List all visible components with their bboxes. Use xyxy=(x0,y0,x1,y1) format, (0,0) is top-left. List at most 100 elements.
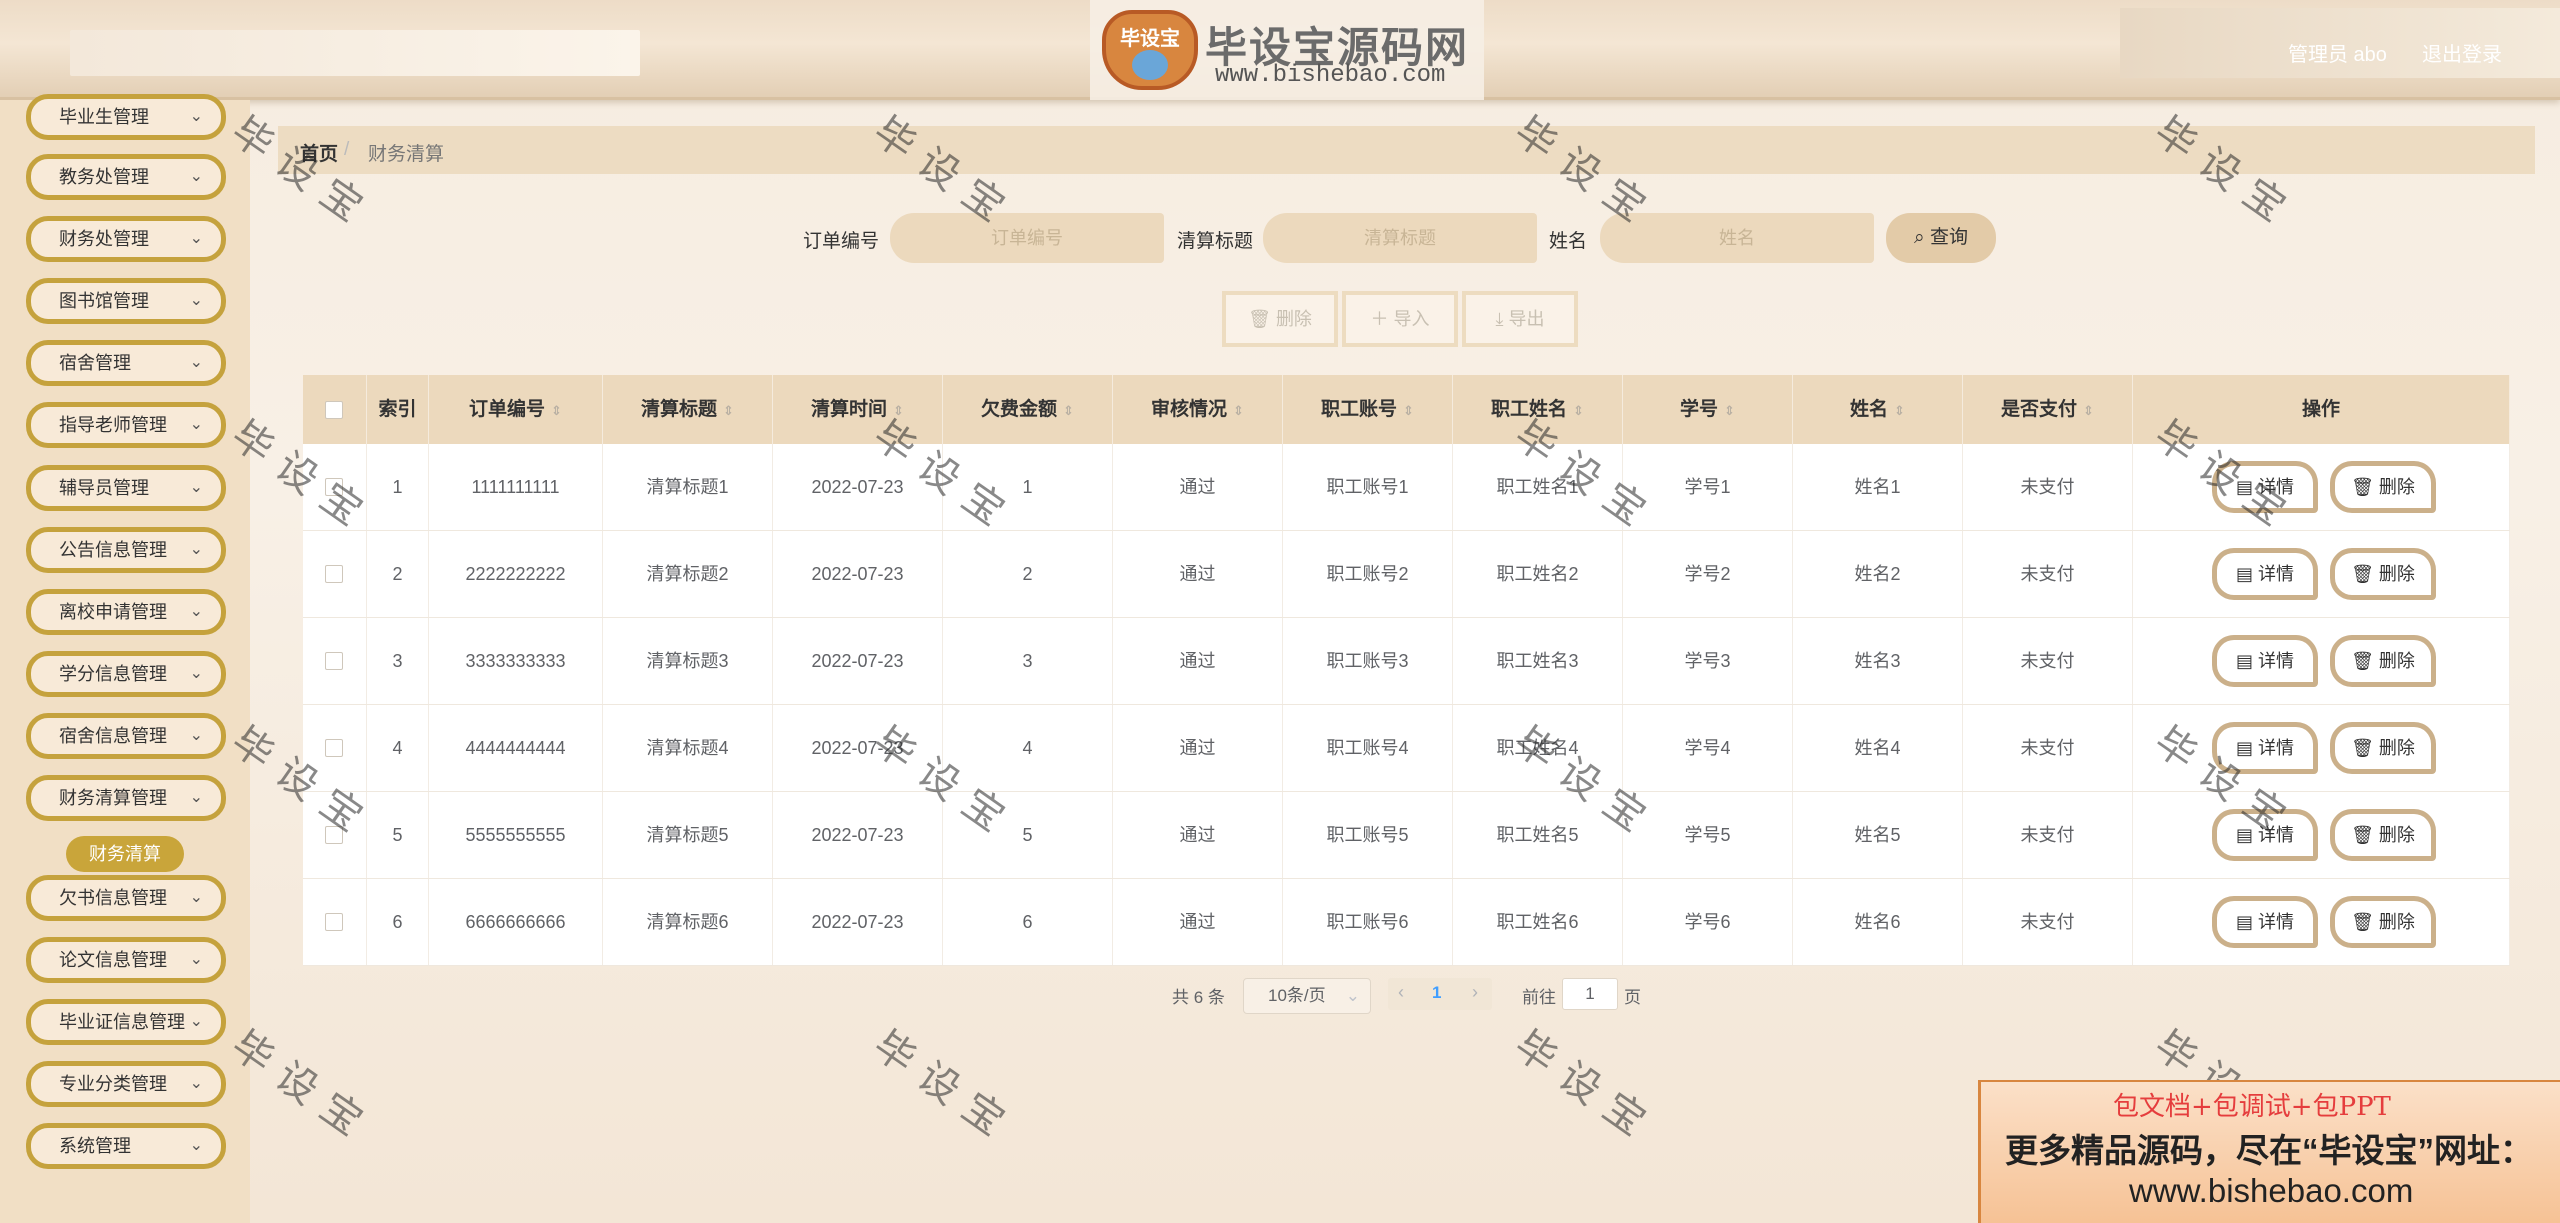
sidebar-item[interactable]: 专业分类管理 ⌄ xyxy=(26,1061,226,1107)
column-header: 索引 xyxy=(367,375,429,444)
row-delete-button[interactable]: 🗑 删除 xyxy=(2330,635,2436,687)
sort-icon[interactable]: ⇕ xyxy=(1063,403,1074,418)
sort-icon[interactable]: ⇕ xyxy=(1403,403,1414,418)
row-delete-button[interactable]: 🗑 删除 xyxy=(2330,809,2436,861)
table-cell: 6666666666 xyxy=(429,879,603,965)
sort-icon[interactable]: ⇕ xyxy=(1724,403,1735,418)
column-header[interactable]: 订单编号 ⇕ xyxy=(429,375,603,444)
sidebar-item-label: 毕业证信息管理 xyxy=(59,1012,185,1032)
sort-icon[interactable]: ⇕ xyxy=(1573,403,1584,418)
prev-page-icon[interactable]: ‹ xyxy=(1398,982,1404,1003)
column-header-label: 清算标题 xyxy=(641,399,718,420)
sidebar-item[interactable]: 财务清算管理 ⌄ xyxy=(26,775,226,821)
sidebar-item-label: 公告信息管理 xyxy=(59,540,167,560)
export-label: 导出 xyxy=(1508,309,1545,329)
chevron-down-icon: ⌄ xyxy=(189,665,203,682)
goto-page-input[interactable]: 1 xyxy=(1562,978,1618,1010)
sidebar-item[interactable]: 财务处管理 ⌄ xyxy=(26,216,226,262)
import-button[interactable]: ＋ 导入 xyxy=(1342,291,1458,347)
watermark-text: 毕设宝 xyxy=(864,1022,1024,1153)
export-button[interactable]: ⤓ 导出 xyxy=(1462,291,1578,347)
row-checkbox[interactable] xyxy=(325,739,343,757)
current-page[interactable]: 1 xyxy=(1432,983,1441,1003)
logout-link[interactable]: 退出登录 xyxy=(2422,38,2502,67)
table-cell: 姓名6 xyxy=(1793,879,1963,965)
sidebar-item[interactable]: 图书馆管理 ⌄ xyxy=(26,278,226,324)
page-size-select[interactable]: 10条/页 ⌄ xyxy=(1243,978,1371,1014)
column-header[interactable]: 审核情况 ⇕ xyxy=(1113,375,1283,444)
sort-icon[interactable]: ⇕ xyxy=(551,403,562,418)
column-header[interactable]: 清算标题 ⇕ xyxy=(603,375,773,444)
sort-icon[interactable]: ⇕ xyxy=(1233,403,1244,418)
sidebar-item[interactable]: 宿舍信息管理 ⌄ xyxy=(26,713,226,759)
sidebar-item[interactable]: 指导老师管理 ⌄ xyxy=(26,402,226,448)
sidebar-item[interactable]: 离校申请管理 ⌄ xyxy=(26,589,226,635)
logo-face-icon xyxy=(1132,50,1168,80)
sort-icon[interactable]: ⇕ xyxy=(723,403,734,418)
sidebar-item[interactable]: 公告信息管理 ⌄ xyxy=(26,527,226,573)
row-delete-button[interactable]: 🗑 删除 xyxy=(2330,722,2436,774)
sidebar-item[interactable]: 学分信息管理 ⌄ xyxy=(26,651,226,697)
table-cell: 1 xyxy=(367,444,429,530)
settle-title-input[interactable]: 清算标题 xyxy=(1263,213,1537,263)
row-actions-cell: ▤ 详情 🗑 删除 xyxy=(2133,879,2510,965)
table-cell: 未支付 xyxy=(1963,444,2133,530)
table-cell: 3333333333 xyxy=(429,618,603,704)
batch-delete-button[interactable]: 🗑 删除 xyxy=(1222,291,1338,347)
sidebar-item[interactable]: 辅导员管理 ⌄ xyxy=(26,465,226,511)
row-delete-button[interactable]: 🗑 删除 xyxy=(2330,461,2436,513)
sidebar-item[interactable]: 教务处管理 ⌄ xyxy=(26,154,226,200)
name-label: 姓名 xyxy=(1549,231,1588,252)
chevron-down-icon: ⌄ xyxy=(189,1137,203,1154)
sidebar-item[interactable]: 宿舍管理 ⌄ xyxy=(26,340,226,386)
order-no-input[interactable]: 订单编号 xyxy=(890,213,1164,263)
table-row: 3 3333333333 清算标题3 2022-07-23 3 通过 职工账号3 职工姓名3 学… xyxy=(303,618,2510,705)
column-header[interactable]: 姓名 ⇕ xyxy=(1793,375,1963,444)
row-checkbox[interactable] xyxy=(325,652,343,670)
table-cell: 清算标题2 xyxy=(603,531,773,617)
trash-icon: 🗑 xyxy=(2351,651,2379,671)
column-header[interactable]: 职工账号 ⇕ xyxy=(1283,375,1453,444)
promo-banner: 包文档+包调试+包PPT 更多精品源码，尽在“毕设宝”网址： www.bishe… xyxy=(1978,1080,2560,1223)
promo-line-1: 包文档+包调试+包PPT xyxy=(2113,1092,2391,1122)
row-delete-button[interactable]: 🗑 删除 xyxy=(2330,548,2436,600)
sidebar-item[interactable]: 欠书信息管理 ⌄ xyxy=(26,875,226,921)
sidebar-item[interactable]: 论文信息管理 ⌄ xyxy=(26,937,226,983)
detail-button[interactable]: ▤ 详情 xyxy=(2212,548,2318,600)
column-header[interactable]: 学号 ⇕ xyxy=(1623,375,1793,444)
row-checkbox[interactable] xyxy=(325,913,343,931)
sort-icon[interactable]: ⇕ xyxy=(2083,403,2094,418)
search-button[interactable]: ⌕ 查询 xyxy=(1886,213,1996,263)
table-cell: 2 xyxy=(367,531,429,617)
row-select-cell xyxy=(303,531,367,617)
next-page-icon[interactable]: › xyxy=(1472,982,1478,1003)
detail-button[interactable]: ▤ 详情 xyxy=(2212,635,2318,687)
logo-url: www.bishebao.com xyxy=(1215,62,1446,89)
chevron-down-icon: ⌄ xyxy=(189,479,203,496)
sidebar-item[interactable]: 系统管理 ⌄ xyxy=(26,1123,226,1169)
header-select-cell xyxy=(303,375,367,444)
table-cell: 未支付 xyxy=(1963,792,2133,878)
row-delete-button-label: 删除 xyxy=(2378,825,2415,845)
table-cell: 2022-07-23 xyxy=(773,879,943,965)
select-all-checkbox[interactable] xyxy=(325,401,343,419)
column-header-label: 清算时间 xyxy=(811,399,888,420)
chevron-down-icon: ⌄ xyxy=(189,416,203,433)
detail-button[interactable]: ▤ 详情 xyxy=(2212,896,2318,948)
trash-icon: 🗑 xyxy=(2351,477,2379,497)
table-cell: 职工账号2 xyxy=(1283,531,1453,617)
table-cell: 2022-07-23 xyxy=(773,531,943,617)
sidebar-item-label: 论文信息管理 xyxy=(59,950,167,970)
column-header[interactable]: 欠费金额 ⇕ xyxy=(943,375,1113,444)
plus-icon: ＋ xyxy=(1370,309,1389,329)
page-size-value: 10条/页 xyxy=(1268,986,1326,1005)
sidebar-item[interactable]: 毕业生管理 ⌄ xyxy=(26,94,226,140)
sort-icon[interactable]: ⇕ xyxy=(1894,403,1905,418)
goto-unit: 页 xyxy=(1624,988,1641,1007)
sidebar-subitem-active[interactable]: 财务清算 xyxy=(66,836,184,872)
sidebar-item[interactable]: 毕业证信息管理 ⌄ xyxy=(26,999,226,1045)
row-checkbox[interactable] xyxy=(325,565,343,583)
search-icon: ⌕ xyxy=(1914,227,1925,248)
row-delete-button[interactable]: 🗑 删除 xyxy=(2330,896,2436,948)
column-header[interactable]: 是否支付 ⇕ xyxy=(1963,375,2133,444)
